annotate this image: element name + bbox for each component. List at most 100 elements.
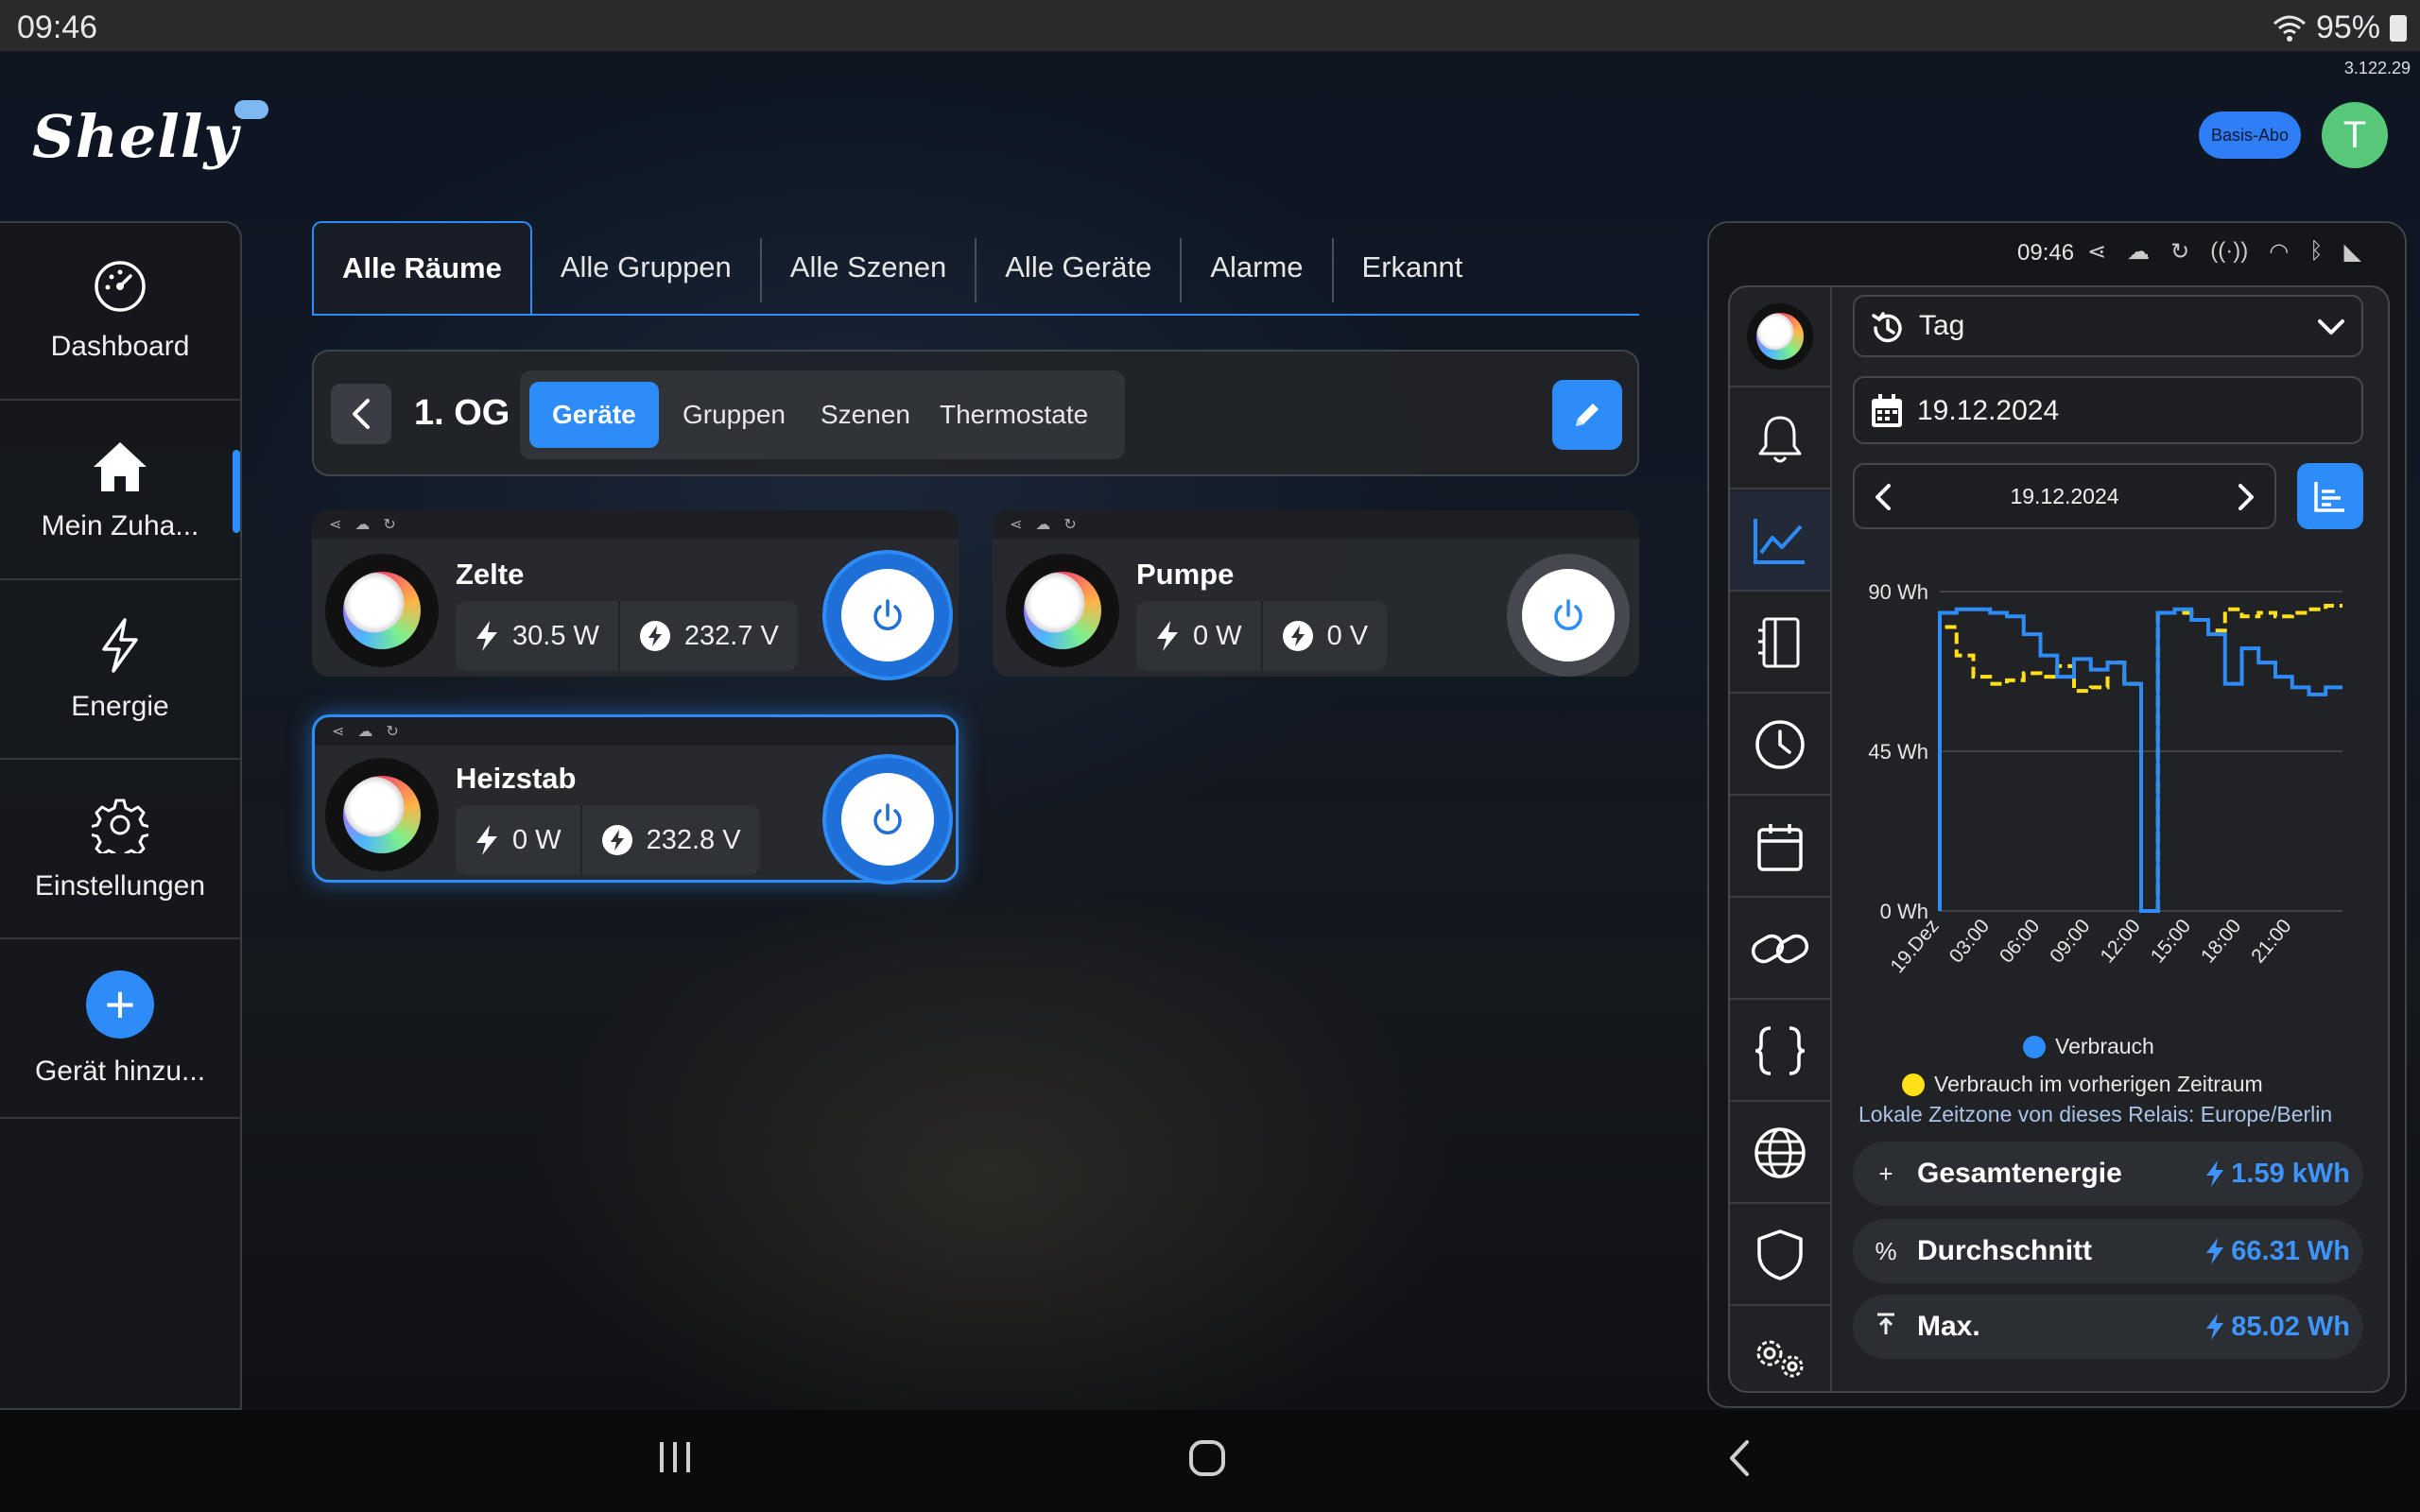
chart-x-tick-label: 09:00 xyxy=(2046,915,2094,967)
status-right: 95% xyxy=(2273,9,2407,46)
subtab-devices[interactable]: Geräte xyxy=(529,382,659,448)
plug-icon xyxy=(325,554,439,667)
sidebar-item-dashboard[interactable]: Dashboard xyxy=(0,223,240,401)
legend-label: Verbrauch im vorherigen Zeitraum xyxy=(1934,1072,2263,1096)
device-card-zelte[interactable]: ⋖ ☁ ↻ Zelte 30.5 W 232.7 V xyxy=(312,510,959,677)
rss-icon: ◣ xyxy=(2343,239,2362,265)
plug-icon xyxy=(1747,303,1813,369)
power-metric: 0 W xyxy=(1136,601,1261,671)
device-name: Pumpe xyxy=(1136,558,1235,591)
logo-cloud-icon xyxy=(234,100,268,119)
edit-button[interactable] xyxy=(1552,380,1622,450)
wifi-icon xyxy=(2273,15,2306,42)
sidebar-active-indicator xyxy=(233,450,240,533)
device-name: Zelte xyxy=(456,558,525,591)
consumption-chart: 90 Wh 45 Wh 0 Wh19.Dez 03:00 06:00 09:00 12:00… xyxy=(1868,580,2342,977)
share-icon: ⋖ xyxy=(332,724,345,740)
period-dropdown[interactable]: Tag xyxy=(1853,295,2363,357)
sidebar-item-home[interactable]: Mein Zuha... xyxy=(0,403,240,580)
panel-nav-network[interactable] xyxy=(1730,1104,1830,1204)
date-field-value: 19.12.2024 xyxy=(1917,395,2060,426)
panel-nav-advanced-settings[interactable] xyxy=(1730,1308,1830,1408)
plug-icon xyxy=(1006,554,1119,667)
cloud-icon: ☁ xyxy=(357,724,373,740)
chart-x-tick-label: 15:00 xyxy=(2147,915,2195,967)
calendar-icon xyxy=(1757,824,1803,871)
voltage-value: 232.8 V xyxy=(646,824,741,855)
panel-nav-schedules[interactable] xyxy=(1730,696,1830,796)
device-card-pumpe[interactable]: ⋖ ☁ ↻ Pumpe 0 W 0 V xyxy=(993,510,1639,677)
legend-consumption: Verbrauch xyxy=(2023,1034,2154,1059)
stat-total-energy: + Gesamtenergie 1.59 kWh xyxy=(1853,1142,2363,1206)
panel-nav-actions[interactable] xyxy=(1730,900,1830,1000)
device-metrics: 30.5 W 232.7 V xyxy=(456,601,798,671)
power-icon xyxy=(873,803,902,834)
tab-all-scenes[interactable]: Alle Szenen xyxy=(762,221,975,314)
tab-discovered[interactable]: Erkannt xyxy=(1334,221,1492,314)
gears-icon xyxy=(1756,1340,1804,1378)
voltage-metric: 232.8 V xyxy=(579,805,760,875)
cloud-icon: ☁ xyxy=(1035,517,1051,533)
series-consumption-line xyxy=(1938,607,2342,913)
sidebar-item-add-device[interactable]: + Gerät hinzu... xyxy=(0,941,240,1119)
voltage-metric: 0 V xyxy=(1260,601,1388,671)
chevron-right-icon[interactable] xyxy=(2235,482,2257,512)
stat-average: % Durchschnitt 66.31 Wh xyxy=(1853,1219,2363,1283)
power-toggle[interactable] xyxy=(1507,554,1630,677)
app-version: 3.122.29 xyxy=(2343,59,2411,77)
plan-badge[interactable]: Basis-Abo xyxy=(2199,112,2301,159)
subtab-groups[interactable]: Gruppen xyxy=(660,382,808,448)
stat-label: Durchschnitt xyxy=(1917,1235,2093,1266)
power-metric: 30.5 W xyxy=(456,601,618,671)
chart-x-tick-label: 18:00 xyxy=(2197,915,2245,967)
user-avatar[interactable]: T xyxy=(2322,102,2388,168)
share-icon: ⋖ xyxy=(1010,517,1023,533)
device-card-heizstab[interactable]: ⋖ ☁ ↻ Heizstab 0 W 232.8 V xyxy=(312,714,959,883)
gauge-icon xyxy=(95,261,146,312)
chart-type-button[interactable] xyxy=(2297,463,2363,529)
date-field[interactable]: 19.12.2024 xyxy=(1853,376,2363,444)
subtab-scenes[interactable]: Szenen xyxy=(798,382,933,448)
legend-swatch xyxy=(1902,1073,1925,1096)
voltage-value: 232.7 V xyxy=(683,620,779,651)
chart-x-tick-label: 03:00 xyxy=(1945,915,1994,967)
panel-nav-consumption[interactable] xyxy=(1730,491,1830,592)
panel-nav-notifications[interactable] xyxy=(1730,389,1830,490)
globe-icon xyxy=(1754,1127,1806,1178)
bluetooth-icon: ᛒ xyxy=(2309,238,2324,264)
panel-nav-device-info[interactable] xyxy=(1730,593,1830,694)
power-toggle[interactable] xyxy=(826,554,949,677)
relay-module-icon xyxy=(1758,617,1800,668)
power-metric: 0 W xyxy=(456,805,580,875)
chart-x-tick-label: 06:00 xyxy=(1996,915,2044,967)
sync-icon: ↻ xyxy=(386,724,399,740)
card-status-strip: ⋖ ☁ ↻ xyxy=(315,717,956,746)
recent-apps-button[interactable] xyxy=(656,1438,694,1476)
panel-nav-device[interactable] xyxy=(1730,287,1830,387)
voltage-icon xyxy=(601,825,632,855)
tab-all-devices[interactable]: Alle Geräte xyxy=(977,221,1180,314)
sidebar-item-energy[interactable]: Energie xyxy=(0,582,240,760)
back-nav-button[interactable] xyxy=(1724,1438,1753,1478)
power-toggle[interactable] xyxy=(826,758,949,881)
tab-all-groups[interactable]: Alle Gruppen xyxy=(532,221,760,314)
home-button[interactable] xyxy=(1187,1438,1227,1478)
tab-all-rooms[interactable]: Alle Räume xyxy=(312,221,532,314)
sidebar-label-dashboard: Dashboard xyxy=(50,331,190,362)
tab-alarms[interactable]: Alarme xyxy=(1182,221,1331,314)
power-icon xyxy=(873,599,902,630)
chart-x-tick-label: 12:00 xyxy=(2096,915,2144,967)
back-button[interactable] xyxy=(331,384,391,444)
wifi-icon: ◠ xyxy=(2269,239,2290,265)
panel-nav-security[interactable] xyxy=(1730,1206,1830,1306)
panel-nav-calendar[interactable] xyxy=(1730,798,1830,898)
legend-previous-consumption: Verbrauch im vorherigen Zeitraum xyxy=(1902,1072,2263,1097)
sidebar-item-settings[interactable]: Einstellungen xyxy=(0,762,240,939)
power-value: 0 W xyxy=(1193,620,1242,651)
share-icon: ⋖ xyxy=(329,517,342,533)
chart-line-icon xyxy=(1754,519,1805,564)
calendar-icon xyxy=(1872,394,1902,427)
clock-icon xyxy=(1755,720,1805,769)
subtab-thermostats[interactable]: Thermostate xyxy=(917,382,1111,448)
panel-nav-scripts[interactable] xyxy=(1730,1002,1830,1102)
